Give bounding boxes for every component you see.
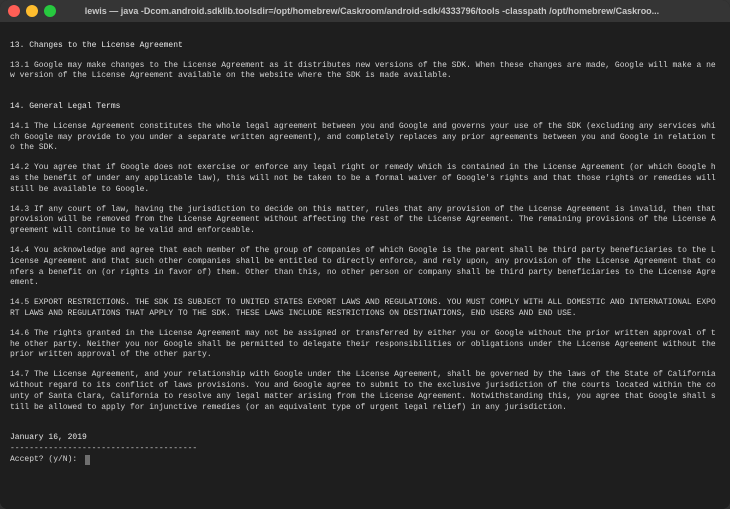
maximize-icon[interactable] <box>44 5 56 17</box>
section-heading-14: 14. General Legal Terms <box>10 102 720 113</box>
section-heading-13: 13. Changes to the License Agreement <box>10 41 720 52</box>
minimize-icon[interactable] <box>26 5 38 17</box>
license-paragraph: 14.3 If any court of law, having the jur… <box>10 205 720 237</box>
license-paragraph: 14.4 You acknowledge and agree that each… <box>10 246 720 289</box>
terminal-window: lewis — java -Dcom.android.sdklib.toolsd… <box>0 0 730 509</box>
license-paragraph: 14.7 The License Agreement, and your rel… <box>10 370 720 413</box>
license-paragraph: 14.2 You agree that if Google does not e… <box>10 163 720 195</box>
divider-line: --------------------------------------- <box>10 444 197 453</box>
license-paragraph: 14.1 The License Agreement constitutes t… <box>10 122 720 154</box>
window-title: lewis — java -Dcom.android.sdklib.toolsd… <box>62 6 722 16</box>
close-icon[interactable] <box>8 5 20 17</box>
license-paragraph: 13.1 Google may make changes to the Lice… <box>10 61 720 83</box>
cursor-icon <box>85 455 90 465</box>
license-date: January 16, 2019 <box>10 433 87 442</box>
prompt-text: Accept? (y/N): <box>10 455 82 466</box>
license-paragraph: 14.5 EXPORT RESTRICTIONS. THE SDK IS SUB… <box>10 298 720 320</box>
titlebar: lewis — java -Dcom.android.sdklib.toolsd… <box>0 0 730 22</box>
terminal-output[interactable]: 13. Changes to the License Agreement 13.1… <box>0 22 730 509</box>
accept-prompt[interactable]: Accept? (y/N): <box>10 455 720 466</box>
license-paragraph: 14.6 The rights granted in the License A… <box>10 329 720 361</box>
